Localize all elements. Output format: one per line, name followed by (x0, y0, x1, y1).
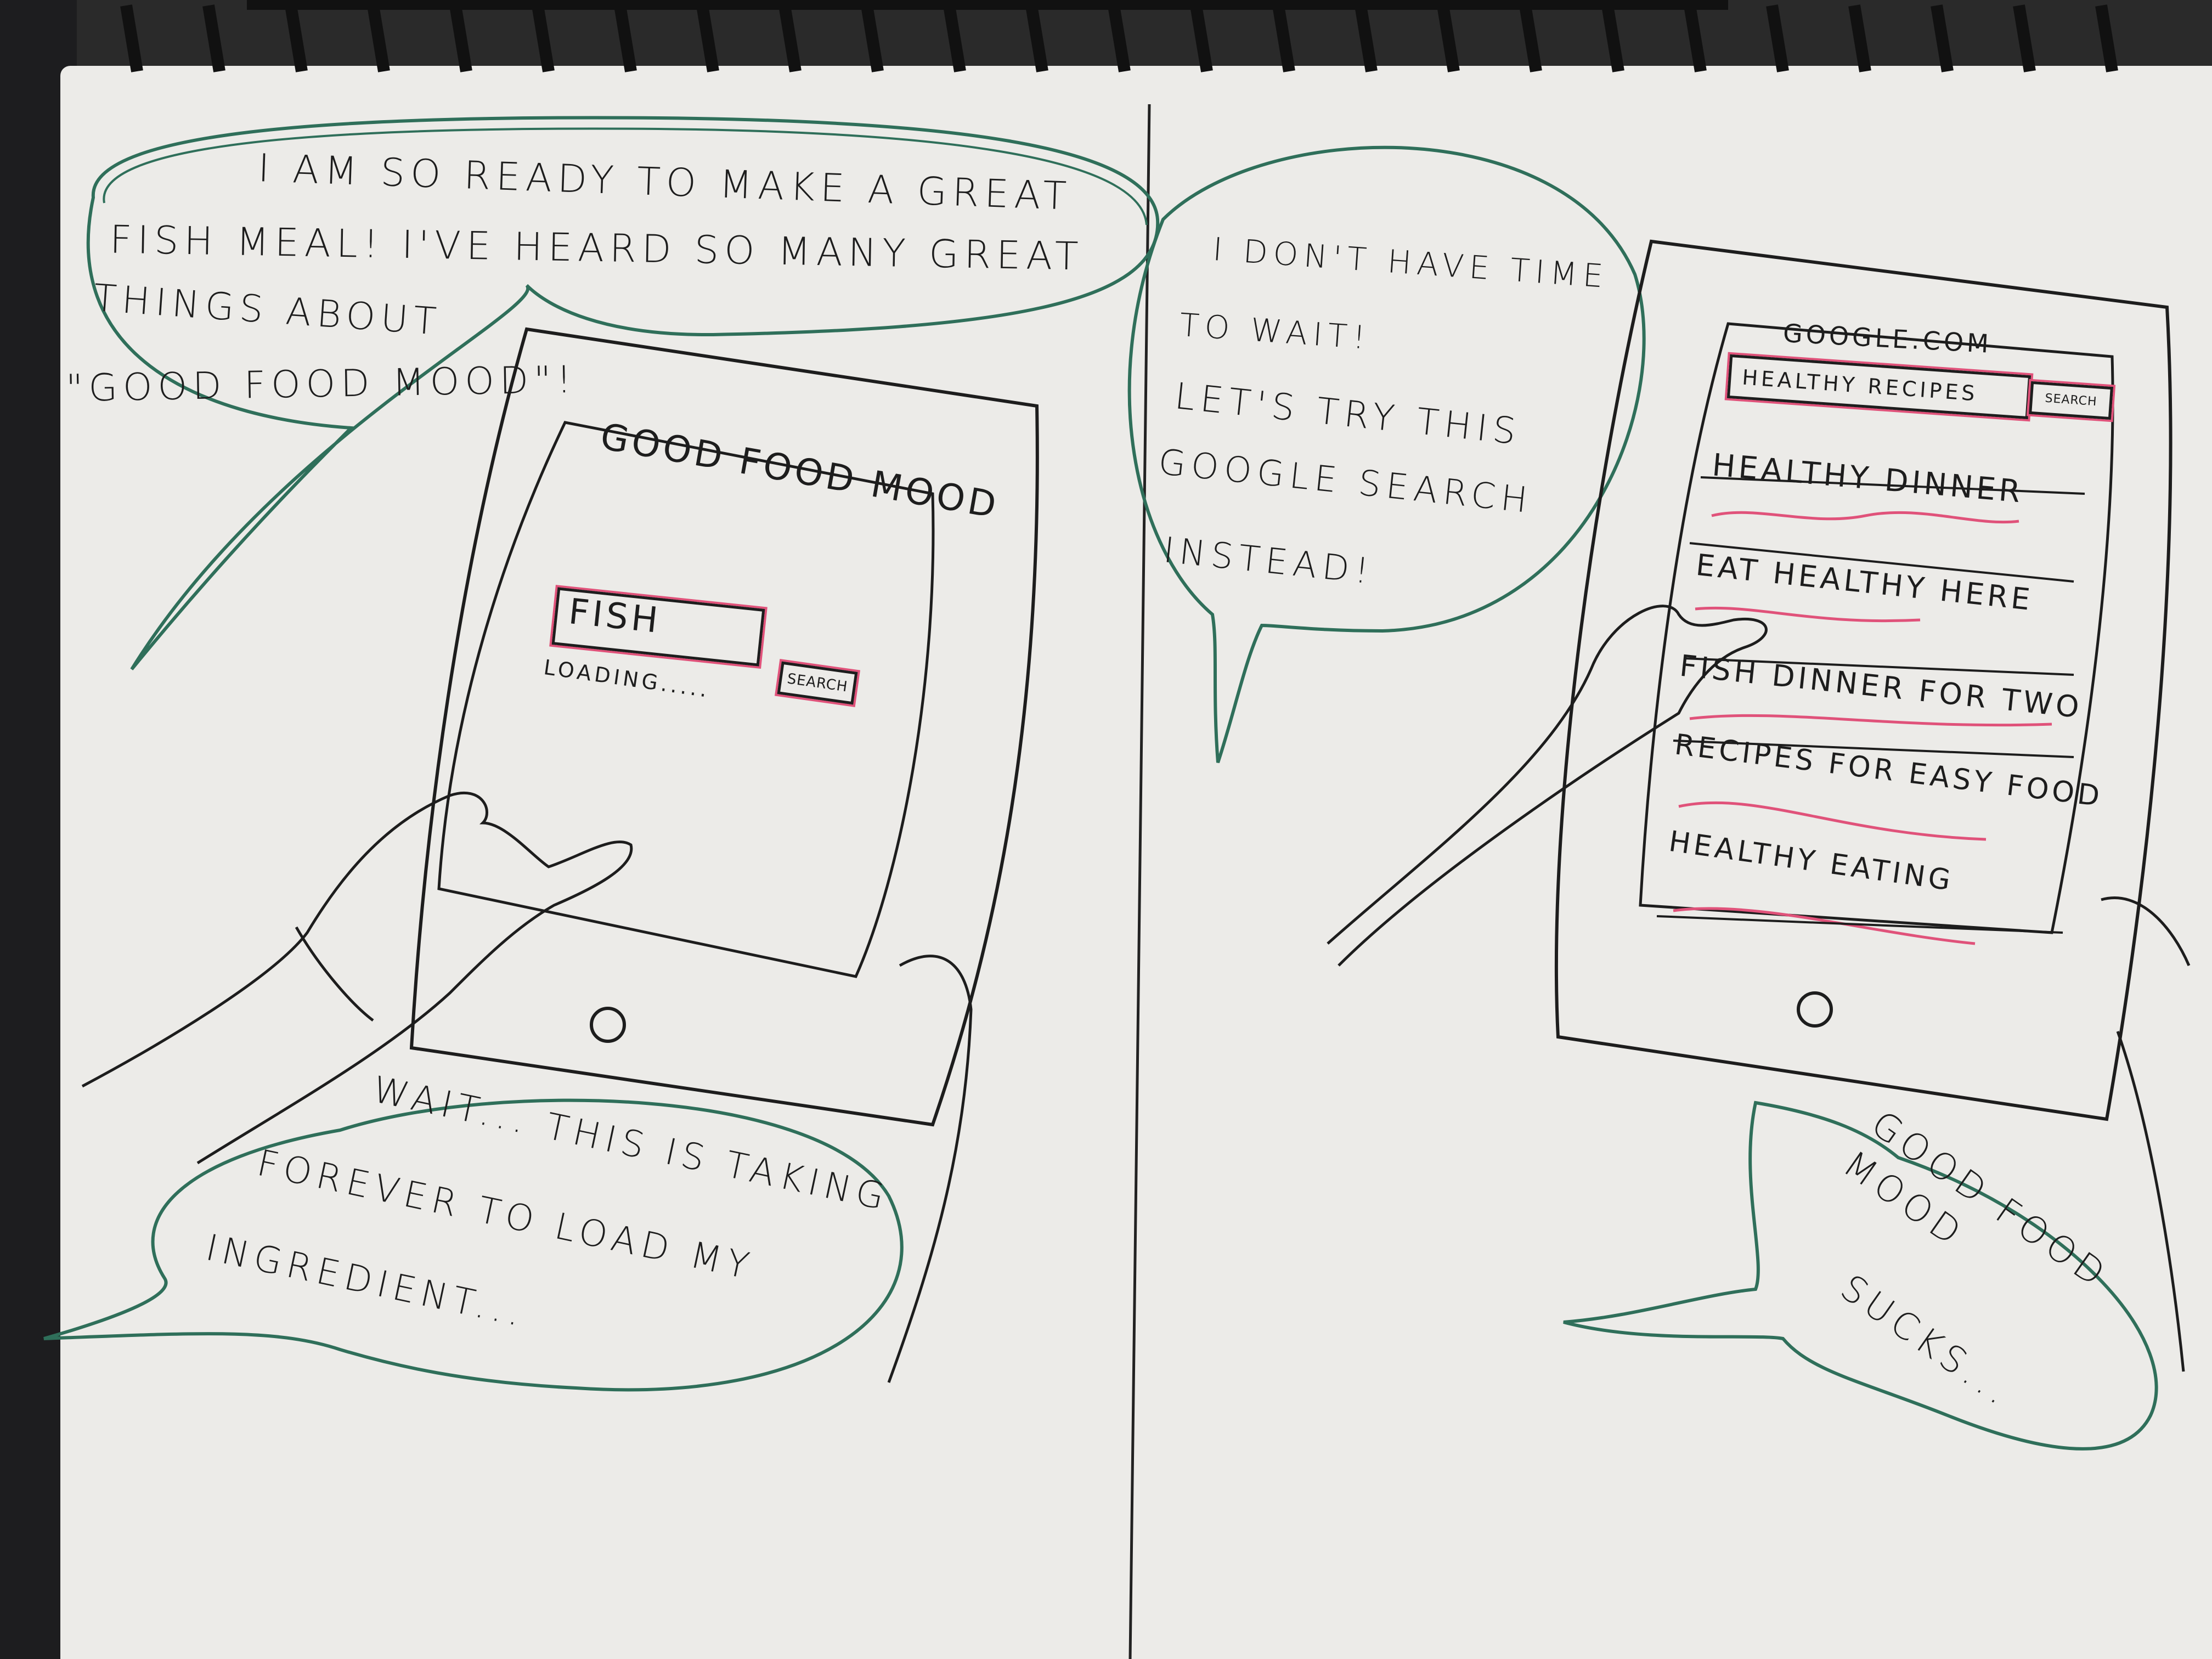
google-search-button[interactable]: SEARCH (2029, 381, 2113, 420)
home-button-right (1797, 991, 1833, 1028)
search-input-value: FISH (567, 591, 663, 642)
home-button-left (590, 1007, 626, 1043)
tablet-left-screen (437, 421, 935, 978)
sketchbook-photo: I AM SO READY TO MAKE A GREAT FISH MEAL!… (0, 0, 2212, 1659)
speech-bubble-bottom-left (43, 1098, 904, 1392)
bubble-text-line-4: "GOOD FOOD MOOD"! (65, 358, 578, 411)
google-search-value: HEALTHY RECIPES (1741, 365, 1979, 406)
